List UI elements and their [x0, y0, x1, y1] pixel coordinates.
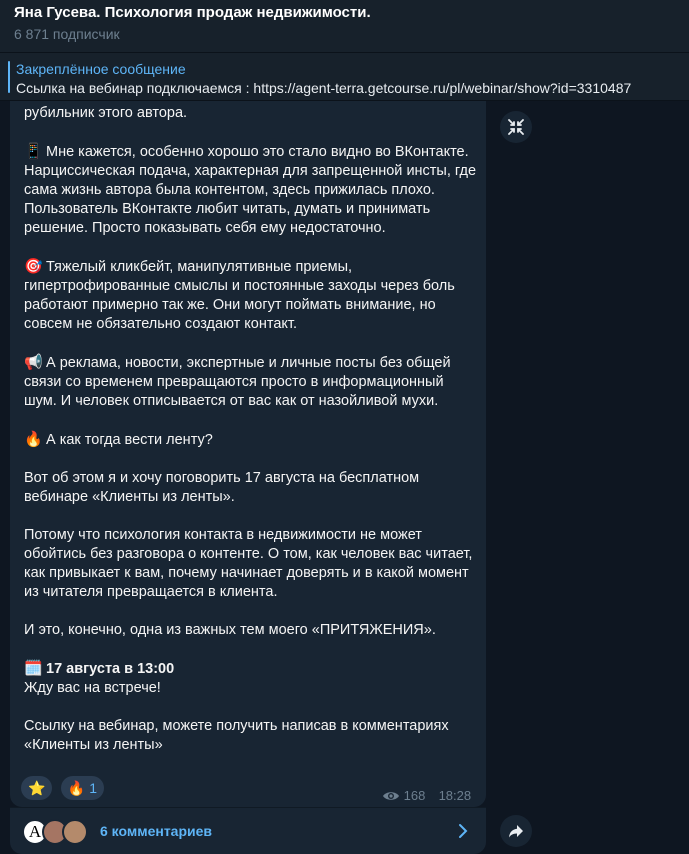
- pinned-indicator: [8, 61, 10, 93]
- paragraph: 📢 А реклама, новости, экспертные и личные…: [24, 354, 451, 409]
- paragraph: Потому что психология контакта в недвижи…: [24, 527, 473, 600]
- comments-button[interactable]: A 6 комментариев: [10, 807, 486, 854]
- paragraph: 🎯 Тяжелый кликбейт, манипулятивные приемы…: [24, 258, 455, 332]
- calendar-emoji-icon: 🗓️: [24, 660, 43, 677]
- reaction-count: 1: [89, 780, 98, 796]
- share-arrow-icon: [509, 825, 523, 838]
- paragraph: И это, конечно, одна из важных тем моего…: [24, 622, 436, 638]
- collapse-arrows-icon: [508, 119, 524, 135]
- reaction-star[interactable]: ⭐: [21, 776, 53, 800]
- channel-title[interactable]: Яна Гусева. Психология продаж недвижимос…: [14, 4, 371, 21]
- message-meta: 168 18:28: [382, 788, 471, 805]
- megaphone-emoji-icon: 📢: [24, 354, 43, 371]
- paragraph: Ссылку на вебинар, можете получить напис…: [24, 718, 449, 753]
- paragraph: рубильник этого автора.: [24, 105, 188, 121]
- paragraph: 🔥 А как тогда вести ленту?: [24, 431, 213, 448]
- view-count: 168: [403, 788, 426, 803]
- star-emoji-icon: ⭐: [28, 780, 46, 796]
- pinned-title: Закреплённое сообщение: [16, 61, 186, 77]
- collapse-button[interactable]: [500, 111, 532, 143]
- subscriber-count: 6 871 подписчик: [14, 26, 120, 42]
- chevron-right-icon: [458, 823, 468, 844]
- fire-emoji-icon: 🔥: [67, 780, 86, 796]
- fire-emoji-icon: 🔥: [24, 431, 43, 448]
- share-button[interactable]: [500, 815, 532, 847]
- paragraph: Вот об этом я и хочу поговорить 17 авгус…: [24, 470, 420, 505]
- paragraph: Жду вас на встрече!: [24, 680, 161, 696]
- eye-icon: [382, 790, 400, 805]
- phone-emoji-icon: 📱: [24, 143, 43, 160]
- reaction-fire[interactable]: 🔥 1: [60, 776, 105, 800]
- paragraph: 📱 Мне кажется, особенно хорошо это стало …: [24, 143, 477, 236]
- message-time: 18:28: [438, 788, 472, 803]
- target-emoji-icon: 🎯: [24, 258, 43, 275]
- pinned-text: Ссылка на вебинар подключаемся : https:/…: [16, 80, 632, 96]
- avatar: [62, 819, 88, 845]
- channel-header[interactable]: Яна Гусева. Психология продаж недвижимос…: [0, 0, 689, 53]
- reactions-bar: ⭐ 🔥 1: [21, 776, 108, 800]
- paragraph: 🗓️ 17 августа в 13:00: [24, 659, 480, 679]
- comments-label: 6 комментариев: [100, 823, 213, 839]
- message-text: рубильник этого автора. 📱 Мне кажется, ос…: [24, 104, 480, 755]
- event-date: 17 августа в 13:00: [46, 661, 175, 677]
- pinned-message-bar[interactable]: Закреплённое сообщение Ссылка на вебинар…: [0, 53, 689, 101]
